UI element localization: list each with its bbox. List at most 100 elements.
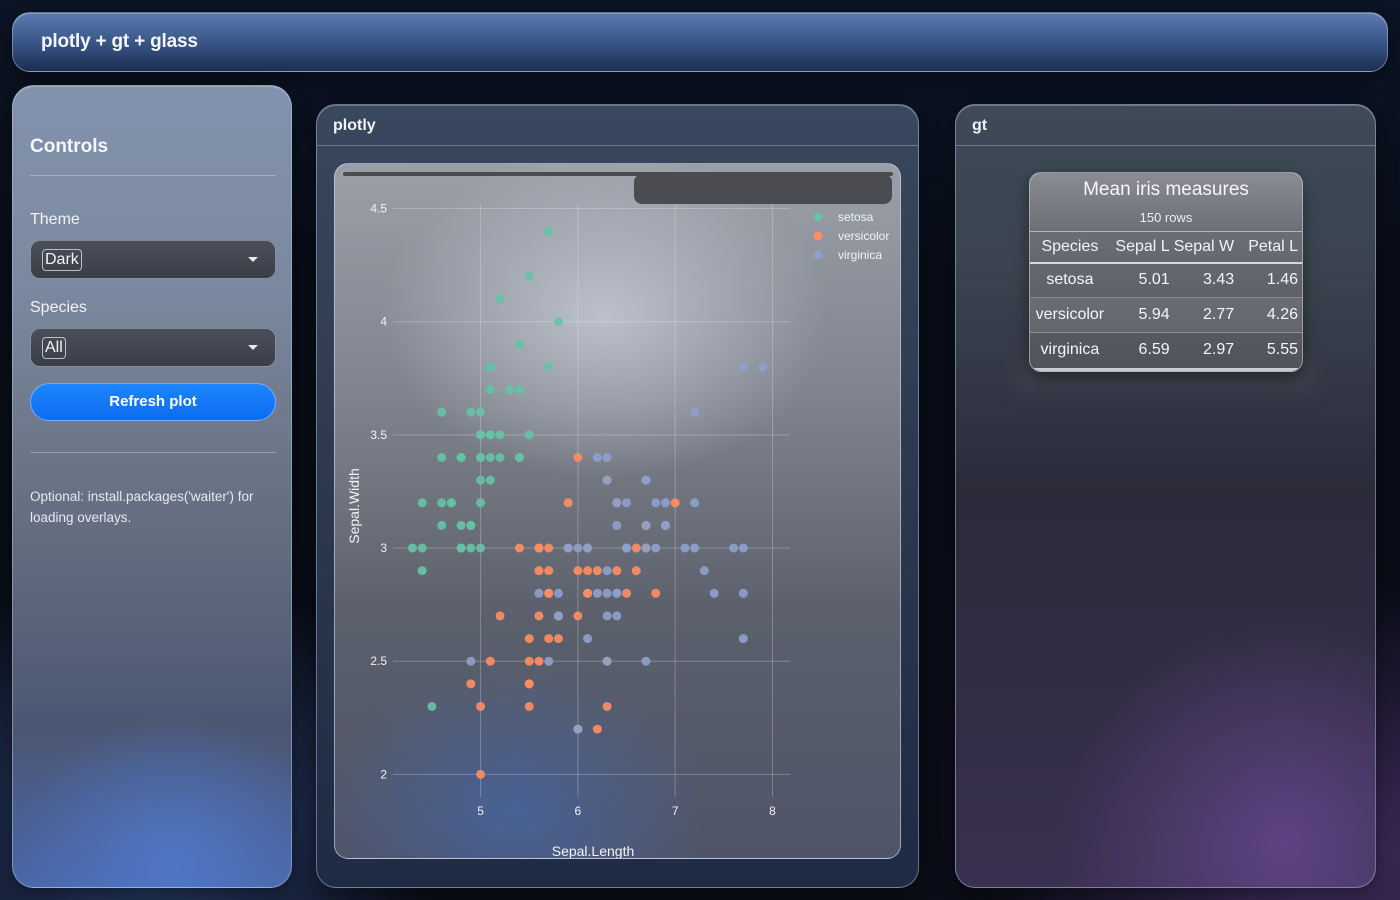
data-point-versicolor[interactable]	[524, 656, 534, 666]
data-point-versicolor[interactable]	[485, 656, 495, 666]
data-point-setosa[interactable]	[485, 430, 495, 440]
data-point-setosa[interactable]	[476, 430, 486, 440]
data-point-setosa[interactable]	[485, 362, 495, 372]
data-point-versicolor[interactable]	[544, 588, 554, 598]
data-point-virginica[interactable]	[602, 452, 612, 462]
species-select[interactable]: All	[30, 328, 276, 367]
legend-label[interactable]: virginica	[838, 248, 882, 262]
data-point-virginica[interactable]	[641, 475, 651, 485]
legend-marker-virginica[interactable]	[813, 250, 823, 260]
scatter-plot[interactable]: 5 6 7 8 2 2.5 3 3.5 4 4.5 Sepal.Length Sepal.Width s…	[335, 164, 901, 859]
data-point-virginica[interactable]	[534, 588, 544, 598]
data-point-virginica[interactable]	[758, 362, 768, 372]
data-point-setosa[interactable]	[456, 452, 466, 462]
data-point-versicolor[interactable]	[573, 611, 583, 621]
data-point-versicolor[interactable]	[534, 566, 544, 576]
legend-label[interactable]: setosa	[838, 210, 874, 224]
data-point-setosa[interactable]	[417, 543, 427, 553]
data-point-versicolor[interactable]	[602, 701, 612, 711]
data-point-virginica[interactable]	[738, 362, 748, 372]
data-point-versicolor[interactable]	[573, 566, 583, 576]
data-point-setosa[interactable]	[524, 430, 534, 440]
data-point-versicolor[interactable]	[476, 769, 486, 779]
data-point-virginica[interactable]	[641, 520, 651, 530]
data-point-versicolor[interactable]	[583, 566, 593, 576]
data-point-versicolor[interactable]	[670, 498, 680, 508]
data-point-setosa[interactable]	[514, 452, 524, 462]
data-point-virginica[interactable]	[553, 588, 563, 598]
data-point-virginica[interactable]	[660, 520, 670, 530]
data-point-versicolor[interactable]	[631, 566, 641, 576]
data-point-setosa[interactable]	[466, 407, 476, 417]
data-point-setosa[interactable]	[476, 475, 486, 485]
data-point-virginica[interactable]	[641, 543, 651, 553]
data-point-versicolor[interactable]	[544, 634, 554, 644]
data-point-setosa[interactable]	[437, 407, 447, 417]
data-point-virginica[interactable]	[602, 656, 612, 666]
data-point-virginica[interactable]	[622, 543, 632, 553]
data-point-setosa[interactable]	[524, 271, 534, 281]
data-point-setosa[interactable]	[485, 475, 495, 485]
data-point-setosa[interactable]	[427, 701, 437, 711]
data-point-versicolor[interactable]	[534, 611, 544, 621]
data-point-versicolor[interactable]	[583, 588, 593, 598]
data-point-virginica[interactable]	[690, 543, 700, 553]
data-point-versicolor[interactable]	[524, 701, 534, 711]
data-point-versicolor[interactable]	[592, 566, 602, 576]
data-point-virginica[interactable]	[602, 475, 612, 485]
data-point-setosa[interactable]	[485, 385, 495, 395]
data-point-setosa[interactable]	[476, 452, 486, 462]
data-point-setosa[interactable]	[495, 294, 505, 304]
data-point-virginica[interactable]	[466, 656, 476, 666]
data-point-virginica[interactable]	[641, 656, 651, 666]
data-point-versicolor[interactable]	[514, 543, 524, 553]
data-point-virginica[interactable]	[553, 611, 563, 621]
data-point-versicolor[interactable]	[534, 656, 544, 666]
data-point-virginica[interactable]	[592, 452, 602, 462]
data-point-virginica[interactable]	[563, 543, 573, 553]
data-point-versicolor[interactable]	[622, 588, 632, 598]
data-point-setosa[interactable]	[417, 498, 427, 508]
data-point-virginica[interactable]	[738, 634, 748, 644]
data-point-versicolor[interactable]	[466, 679, 476, 689]
data-point-virginica[interactable]	[544, 656, 554, 666]
refresh-plot-button[interactable]: Refresh plot	[30, 383, 276, 421]
data-point-setosa[interactable]	[495, 452, 505, 462]
data-point-virginica[interactable]	[651, 543, 661, 553]
data-point-virginica[interactable]	[573, 543, 583, 553]
data-point-setosa[interactable]	[514, 339, 524, 349]
data-point-setosa[interactable]	[446, 498, 456, 508]
data-point-versicolor[interactable]	[544, 543, 554, 553]
data-point-virginica[interactable]	[660, 498, 670, 508]
data-point-virginica[interactable]	[612, 611, 622, 621]
data-point-versicolor[interactable]	[651, 588, 661, 598]
data-point-setosa[interactable]	[553, 317, 563, 327]
data-point-setosa[interactable]	[495, 430, 505, 440]
data-point-setosa[interactable]	[476, 407, 486, 417]
data-point-setosa[interactable]	[456, 543, 466, 553]
data-point-setosa[interactable]	[544, 226, 554, 236]
data-point-setosa[interactable]	[466, 520, 476, 530]
data-point-virginica[interactable]	[592, 588, 602, 598]
legend-marker-setosa[interactable]	[813, 212, 823, 222]
data-point-versicolor[interactable]	[553, 634, 563, 644]
theme-select[interactable]: Dark	[30, 240, 276, 279]
data-point-setosa[interactable]	[437, 520, 447, 530]
data-point-virginica[interactable]	[573, 724, 583, 734]
data-point-setosa[interactable]	[456, 520, 466, 530]
data-point-versicolor[interactable]	[612, 566, 622, 576]
data-point-versicolor[interactable]	[524, 679, 534, 689]
data-point-setosa[interactable]	[437, 452, 447, 462]
data-point-setosa[interactable]	[544, 362, 554, 372]
data-point-virginica[interactable]	[738, 543, 748, 553]
data-point-setosa[interactable]	[505, 385, 515, 395]
data-point-virginica[interactable]	[612, 498, 622, 508]
data-point-virginica[interactable]	[612, 588, 622, 598]
data-point-virginica[interactable]	[602, 611, 612, 621]
data-point-virginica[interactable]	[651, 498, 661, 508]
data-point-virginica[interactable]	[602, 566, 612, 576]
data-point-setosa[interactable]	[466, 543, 476, 553]
data-point-setosa[interactable]	[437, 498, 447, 508]
plot-panel[interactable]: 5 6 7 8 2 2.5 3 3.5 4 4.5 Sepal.Length Sepal.Width s…	[334, 163, 901, 859]
data-point-setosa[interactable]	[417, 566, 427, 576]
